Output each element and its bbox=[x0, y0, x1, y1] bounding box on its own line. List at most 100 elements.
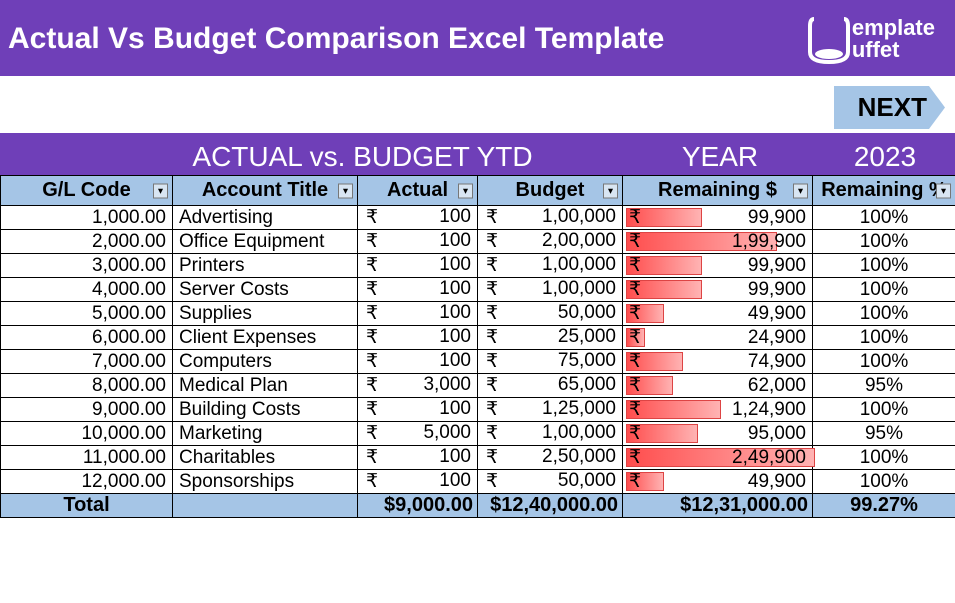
cell-title[interactable]: Computers bbox=[173, 350, 358, 374]
total-actual: $9,000.00 bbox=[358, 494, 478, 518]
cell-pct[interactable]: 100% bbox=[813, 350, 955, 374]
cell-remaining[interactable]: ₹49,900 bbox=[623, 302, 813, 326]
cell-pct[interactable]: 100% bbox=[813, 230, 955, 254]
logo-icon bbox=[806, 14, 852, 64]
table-row: 5,000.00Supplies₹100₹50,000₹49,900100% bbox=[1, 302, 955, 326]
table-row: 10,000.00Marketing₹5,000₹1,00,000₹95,000… bbox=[1, 422, 955, 446]
cell-actual[interactable]: ₹100 bbox=[358, 278, 478, 302]
cell-budget[interactable]: ₹65,000 bbox=[478, 374, 623, 398]
col-remaining-pct[interactable]: Remaining %▾ bbox=[813, 176, 955, 206]
cell-remaining[interactable]: ₹2,49,900 bbox=[623, 446, 813, 470]
filter-icon[interactable]: ▾ bbox=[458, 183, 473, 198]
cell-code[interactable]: 1,000.00 bbox=[1, 206, 173, 230]
cell-title[interactable]: Charitables bbox=[173, 446, 358, 470]
cell-title[interactable]: Client Expenses bbox=[173, 326, 358, 350]
cell-actual[interactable]: ₹100 bbox=[358, 446, 478, 470]
cell-code[interactable]: 2,000.00 bbox=[1, 230, 173, 254]
cell-code[interactable]: 3,000.00 bbox=[1, 254, 173, 278]
cell-code[interactable]: 9,000.00 bbox=[1, 398, 173, 422]
cell-title[interactable]: Building Costs bbox=[173, 398, 358, 422]
cell-remaining[interactable]: ₹95,000 bbox=[623, 422, 813, 446]
cell-pct[interactable]: 100% bbox=[813, 470, 955, 494]
col-glcode[interactable]: G/L Code▾ bbox=[1, 176, 173, 206]
cell-code[interactable]: 12,000.00 bbox=[1, 470, 173, 494]
cell-remaining[interactable]: ₹74,900 bbox=[623, 350, 813, 374]
cell-code[interactable]: 8,000.00 bbox=[1, 374, 173, 398]
col-remaining[interactable]: Remaining $▾ bbox=[623, 176, 813, 206]
col-budget[interactable]: Budget▾ bbox=[478, 176, 623, 206]
cell-actual[interactable]: ₹100 bbox=[358, 302, 478, 326]
cell-remaining[interactable]: ₹99,900 bbox=[623, 254, 813, 278]
cell-budget[interactable]: ₹1,00,000 bbox=[478, 254, 623, 278]
cell-actual[interactable]: ₹100 bbox=[358, 326, 478, 350]
cell-code[interactable]: 4,000.00 bbox=[1, 278, 173, 302]
cell-actual[interactable]: ₹100 bbox=[358, 206, 478, 230]
filter-icon[interactable]: ▾ bbox=[153, 183, 168, 198]
cell-budget[interactable]: ₹1,00,000 bbox=[478, 422, 623, 446]
header-row: G/L Code▾ Account Title▾ Actual▾ Budget▾… bbox=[1, 176, 955, 206]
cell-title[interactable]: Advertising bbox=[173, 206, 358, 230]
cell-remaining[interactable]: ₹99,900 bbox=[623, 206, 813, 230]
cell-remaining[interactable]: ₹24,900 bbox=[623, 326, 813, 350]
total-blank bbox=[173, 494, 358, 518]
cell-title[interactable]: Supplies bbox=[173, 302, 358, 326]
total-row: Total $9,000.00 $12,40,000.00 $12,31,000… bbox=[1, 494, 955, 518]
cell-title[interactable]: Sponsorships bbox=[173, 470, 358, 494]
cell-remaining[interactable]: ₹1,24,900 bbox=[623, 398, 813, 422]
cell-code[interactable]: 7,000.00 bbox=[1, 350, 173, 374]
cell-budget[interactable]: ₹50,000 bbox=[478, 302, 623, 326]
cell-pct[interactable]: 100% bbox=[813, 278, 955, 302]
cell-code[interactable]: 5,000.00 bbox=[1, 302, 173, 326]
cell-remaining[interactable]: ₹62,000 bbox=[623, 374, 813, 398]
nav-row: NEXT bbox=[0, 78, 955, 139]
cell-title[interactable]: Marketing bbox=[173, 422, 358, 446]
cell-actual[interactable]: ₹5,000 bbox=[358, 422, 478, 446]
total-pct: 99.27% bbox=[813, 494, 955, 518]
page-title: Actual Vs Budget Comparison Excel Templa… bbox=[8, 22, 664, 56]
cell-actual[interactable]: ₹100 bbox=[358, 350, 478, 374]
logo-text-bottom: uffet bbox=[852, 39, 935, 61]
cell-pct[interactable]: 100% bbox=[813, 302, 955, 326]
cell-budget[interactable]: ₹75,000 bbox=[478, 350, 623, 374]
cell-budget[interactable]: ₹1,00,000 bbox=[478, 206, 623, 230]
col-title[interactable]: Account Title▾ bbox=[173, 176, 358, 206]
table-row: 11,000.00Charitables₹100₹2,50,000₹2,49,9… bbox=[1, 446, 955, 470]
cell-budget[interactable]: ₹1,25,000 bbox=[478, 398, 623, 422]
cell-budget[interactable]: ₹2,50,000 bbox=[478, 446, 623, 470]
cell-remaining[interactable]: ₹99,900 bbox=[623, 278, 813, 302]
cell-title[interactable]: Server Costs bbox=[173, 278, 358, 302]
cell-actual[interactable]: ₹100 bbox=[358, 254, 478, 278]
cell-budget[interactable]: ₹2,00,000 bbox=[478, 230, 623, 254]
cell-code[interactable]: 10,000.00 bbox=[1, 422, 173, 446]
filter-icon[interactable]: ▾ bbox=[936, 183, 951, 198]
cell-remaining[interactable]: ₹1,99,900 bbox=[623, 230, 813, 254]
cell-code[interactable]: 6,000.00 bbox=[1, 326, 173, 350]
cell-budget[interactable]: ₹50,000 bbox=[478, 470, 623, 494]
filter-icon[interactable]: ▾ bbox=[603, 183, 618, 198]
total-remaining: $12,31,000.00 bbox=[623, 494, 813, 518]
cell-actual[interactable]: ₹100 bbox=[358, 398, 478, 422]
cell-remaining[interactable]: ₹49,900 bbox=[623, 470, 813, 494]
subheader-row: ACTUAL vs. BUDGET YTD YEAR 2023 bbox=[0, 139, 955, 175]
cell-title[interactable]: Printers bbox=[173, 254, 358, 278]
cell-pct[interactable]: 95% bbox=[813, 374, 955, 398]
cell-actual[interactable]: ₹100 bbox=[358, 470, 478, 494]
cell-pct[interactable]: 95% bbox=[813, 422, 955, 446]
cell-pct[interactable]: 100% bbox=[813, 206, 955, 230]
next-button[interactable]: NEXT bbox=[834, 86, 945, 129]
cell-pct[interactable]: 100% bbox=[813, 326, 955, 350]
cell-pct[interactable]: 100% bbox=[813, 254, 955, 278]
cell-pct[interactable]: 100% bbox=[813, 398, 955, 422]
cell-title[interactable]: Medical Plan bbox=[173, 374, 358, 398]
col-actual[interactable]: Actual▾ bbox=[358, 176, 478, 206]
cell-code[interactable]: 11,000.00 bbox=[1, 446, 173, 470]
cell-actual[interactable]: ₹3,000 bbox=[358, 374, 478, 398]
table-row: 1,000.00Advertising₹100₹1,00,000₹99,9001… bbox=[1, 206, 955, 230]
filter-icon[interactable]: ▾ bbox=[793, 183, 808, 198]
cell-budget[interactable]: ₹25,000 bbox=[478, 326, 623, 350]
cell-actual[interactable]: ₹100 bbox=[358, 230, 478, 254]
cell-budget[interactable]: ₹1,00,000 bbox=[478, 278, 623, 302]
cell-title[interactable]: Office Equipment bbox=[173, 230, 358, 254]
filter-icon[interactable]: ▾ bbox=[338, 183, 353, 198]
cell-pct[interactable]: 100% bbox=[813, 446, 955, 470]
